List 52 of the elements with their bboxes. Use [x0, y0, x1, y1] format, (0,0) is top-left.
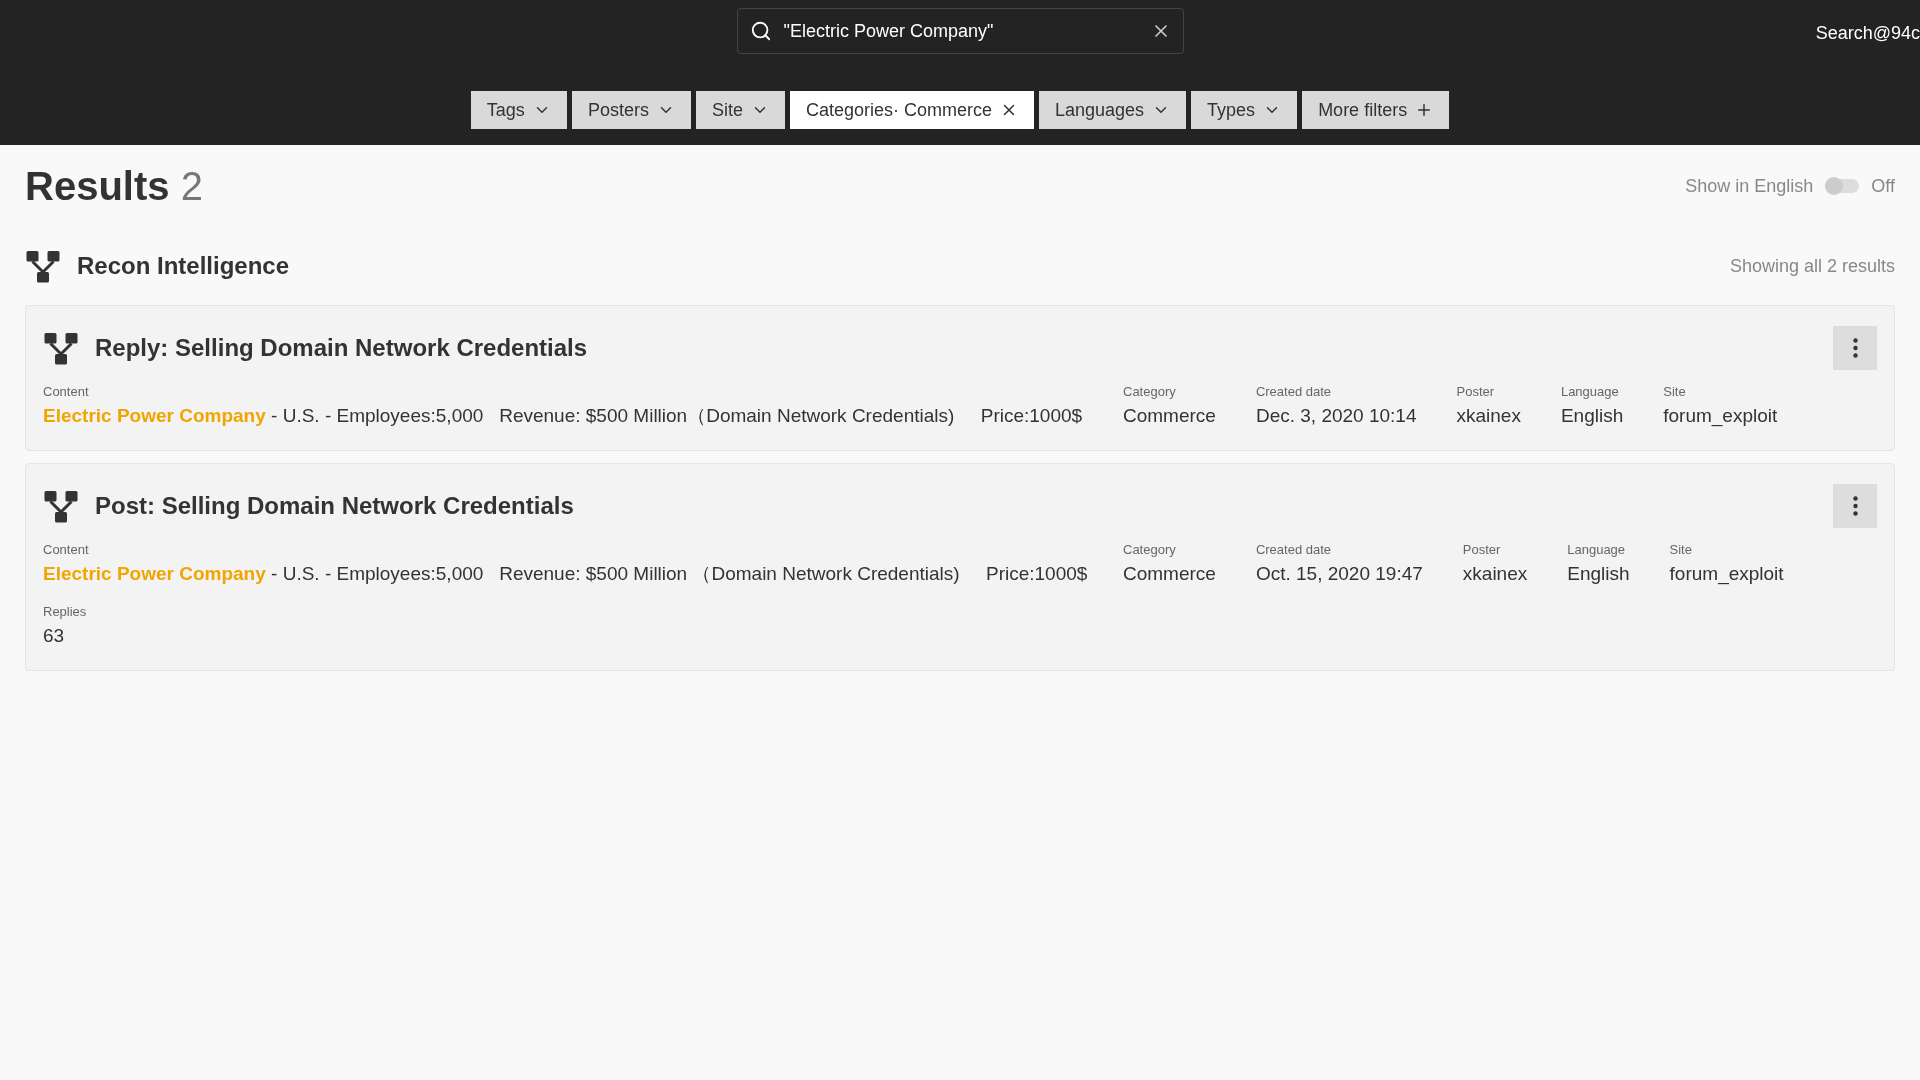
field-label: Created date [1255, 541, 1333, 559]
filter-chip[interactable]: More filters [1302, 91, 1450, 129]
field-value: forum_exploit [1663, 403, 1778, 429]
field-value: English [1560, 403, 1624, 428]
network-icon [43, 330, 79, 366]
field-label: Category [1123, 383, 1177, 401]
toggle-label: Show in English [1685, 174, 1814, 198]
field-value: 63 [43, 623, 66, 648]
field-label: Site [1663, 383, 1687, 401]
field-value: Dec. 3, 2020 10:14 [1255, 403, 1417, 428]
field-value: forum_exploit [1669, 561, 1784, 587]
filter-chip[interactable]: Categories· Commerce [789, 91, 1034, 129]
more-icon [1852, 338, 1858, 358]
field-label: Poster [1456, 383, 1496, 401]
field-label: Poster [1462, 541, 1502, 559]
more-button[interactable] [1833, 484, 1877, 528]
user-account[interactable]: Search@94c [1815, 20, 1920, 47]
field-label: Language [1560, 383, 1620, 401]
more-button[interactable] [1833, 326, 1877, 370]
results-heading: Results 2 [25, 163, 203, 210]
field-value: Commerce [1123, 403, 1216, 428]
field-label: Created date [1255, 383, 1333, 401]
field-value: xkainex [1456, 403, 1521, 428]
field-value: xkainex [1462, 561, 1528, 586]
result-title[interactable]: Post: Selling Domain Network Credentials [95, 488, 574, 524]
field-label: Language [1567, 541, 1627, 559]
group-title: Recon Intelligence [77, 251, 290, 281]
field-value: Oct. 15, 2020 19:47 [1255, 561, 1423, 586]
network-icon [43, 488, 79, 524]
filter-chip[interactable]: Tags [470, 91, 567, 129]
search-field[interactable]: "Electric Power Company" [736, 8, 1184, 54]
results-summary: Showing all 2 results [1729, 254, 1895, 278]
toggle-switch[interactable] [1825, 179, 1860, 193]
search-query: "Electric Power Company" [783, 19, 995, 43]
field-label: Replies [43, 603, 88, 621]
field-label: Content [43, 541, 90, 559]
search-icon [749, 20, 772, 42]
field-label: Site [1669, 541, 1693, 559]
content-text: Electric Power Company - U.S. - Employees:5,000 Revenue: $500 Million （Domain Network Credentials) Price:1000$ [43, 561, 1089, 586]
filter-chip[interactable]: Site [695, 91, 785, 129]
network-icon [25, 248, 61, 284]
content-text: Electric Power Company - U.S. - Employees:5,000 Revenue: $500 Million（Domain Network Credentials) Price:1000$ [43, 403, 1084, 428]
field-value: English [1567, 561, 1630, 586]
field-label: Category [1123, 541, 1177, 559]
result-title[interactable]: Reply: Selling Domain Network Credentials [95, 330, 588, 366]
toggle-state: Off [1871, 174, 1895, 198]
field-value: Commerce [1123, 561, 1216, 586]
more-icon [1852, 496, 1858, 516]
field-label: Content [43, 383, 90, 401]
filter-chip[interactable]: Types [1191, 91, 1298, 129]
filter-chip[interactable]: Posters [571, 91, 691, 129]
filter-chip[interactable]: Languages [1039, 91, 1187, 129]
